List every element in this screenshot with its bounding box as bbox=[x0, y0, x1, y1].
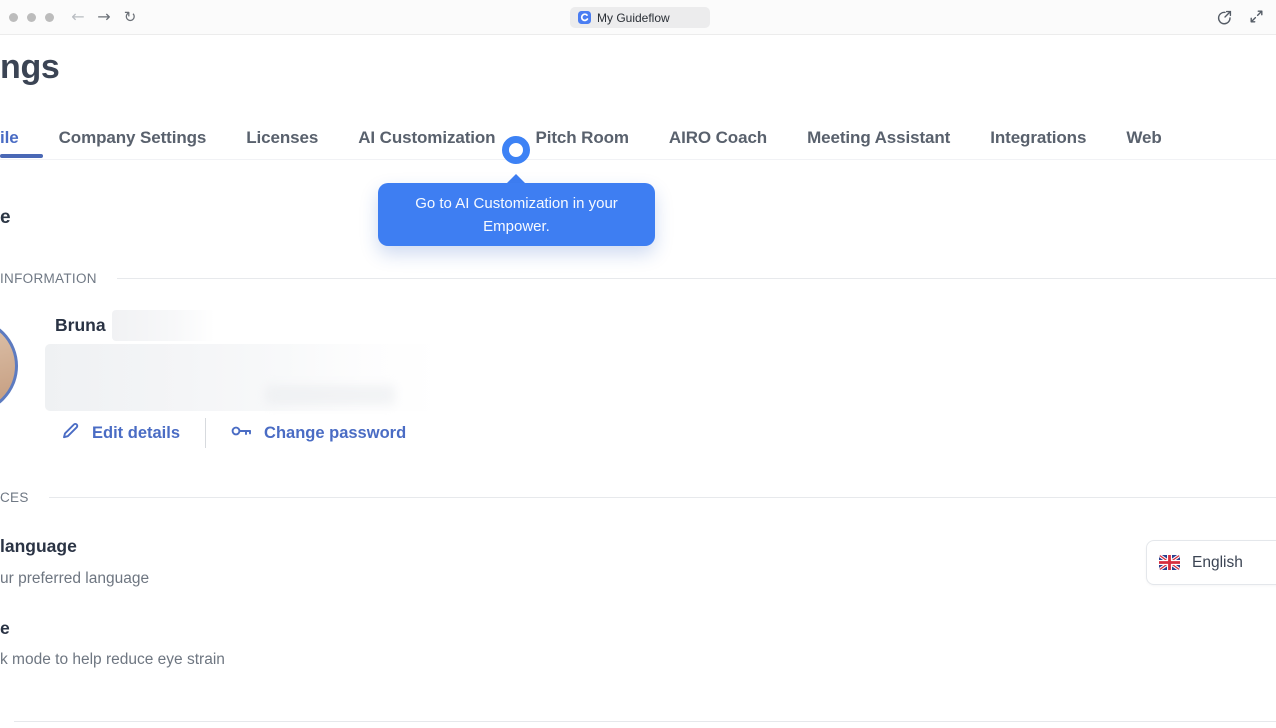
browser-tab-title: My Guideflow bbox=[597, 10, 670, 25]
tour-focus-ring[interactable] bbox=[502, 136, 530, 164]
tour-tooltip: Go to AI Customization in your Empower. bbox=[378, 183, 655, 246]
tab-integrations[interactable]: Integrations bbox=[990, 128, 1086, 148]
preferences-section-divider bbox=[48, 497, 1276, 498]
active-tab-indicator bbox=[0, 154, 43, 158]
window-controls bbox=[9, 13, 54, 22]
edit-details-label: Edit details bbox=[92, 423, 181, 442]
profile-actions: Edit details Change password bbox=[60, 418, 406, 448]
window-maximize-button[interactable] bbox=[45, 13, 54, 22]
window-close-button[interactable] bbox=[9, 13, 18, 22]
browser-tab[interactable]: My Guideflow bbox=[570, 7, 710, 28]
guideflow-logo-icon bbox=[578, 11, 591, 24]
information-section-divider bbox=[116, 278, 1276, 279]
preferences-section-label: CES bbox=[0, 490, 29, 505]
language-setting-subtitle: ur preferred language bbox=[0, 570, 150, 587]
information-section-label: INFORMATION bbox=[0, 271, 97, 286]
tab-company-settings[interactable]: Company Settings bbox=[59, 128, 207, 148]
actions-divider bbox=[205, 418, 207, 448]
page-title: ngs bbox=[0, 48, 60, 86]
tab-licenses[interactable]: Licenses bbox=[246, 128, 318, 148]
key-icon bbox=[230, 423, 253, 444]
redacted-smudge bbox=[265, 385, 395, 405]
edit-details-button[interactable]: Edit details bbox=[60, 420, 180, 446]
uk-flag-icon bbox=[1159, 555, 1180, 570]
window-minimize-button[interactable] bbox=[27, 13, 36, 22]
browser-forward-button[interactable]: → bbox=[93, 6, 115, 28]
user-first-name: Bruna bbox=[55, 315, 106, 335]
settings-tabbar: ile Company Settings Licenses AI Customi… bbox=[0, 118, 1276, 158]
tab-ai-customization[interactable]: AI Customization bbox=[358, 128, 495, 148]
user-avatar bbox=[0, 318, 18, 414]
tab-profile[interactable]: ile bbox=[0, 128, 19, 148]
tab-meeting-assistant[interactable]: Meeting Assistant bbox=[807, 128, 950, 148]
language-setting-title: language bbox=[0, 536, 77, 556]
tab-pitch-room[interactable]: Pitch Room bbox=[535, 128, 629, 148]
redacted-surname bbox=[112, 310, 215, 341]
browser-reload-button[interactable]: ↻ bbox=[119, 6, 141, 28]
tour-tooltip-text: Go to AI Customization in your Empower. bbox=[415, 194, 618, 235]
change-password-label: Change password bbox=[264, 423, 407, 442]
profile-section-heading: e bbox=[0, 207, 11, 228]
bottom-divider bbox=[14, 721, 1276, 722]
preferences-section-header: CES bbox=[0, 490, 1276, 505]
dark-mode-setting-subtitle: k mode to help reduce eye strain bbox=[0, 651, 225, 668]
browser-back-button[interactable]: ← bbox=[67, 6, 89, 28]
tab-web[interactable]: Web bbox=[1126, 128, 1161, 148]
language-select[interactable]: English bbox=[1146, 540, 1276, 585]
tab-airo-coach[interactable]: AIRO Coach bbox=[669, 128, 767, 148]
dark-mode-setting-title: e bbox=[0, 618, 10, 638]
share-icon[interactable] bbox=[1216, 9, 1233, 26]
change-password-button[interactable]: Change password bbox=[230, 423, 406, 444]
tabbar-divider bbox=[0, 159, 1276, 160]
information-section-header: INFORMATION bbox=[0, 271, 1276, 286]
language-select-value: English bbox=[1192, 553, 1243, 571]
browser-chrome: ← → ↻ My Guideflow bbox=[0, 0, 1276, 35]
pencil-icon bbox=[60, 420, 81, 446]
app-window: ← → ↻ My Guideflow ngs ile Company Setti… bbox=[0, 0, 1276, 728]
expand-icon[interactable] bbox=[1249, 9, 1266, 26]
